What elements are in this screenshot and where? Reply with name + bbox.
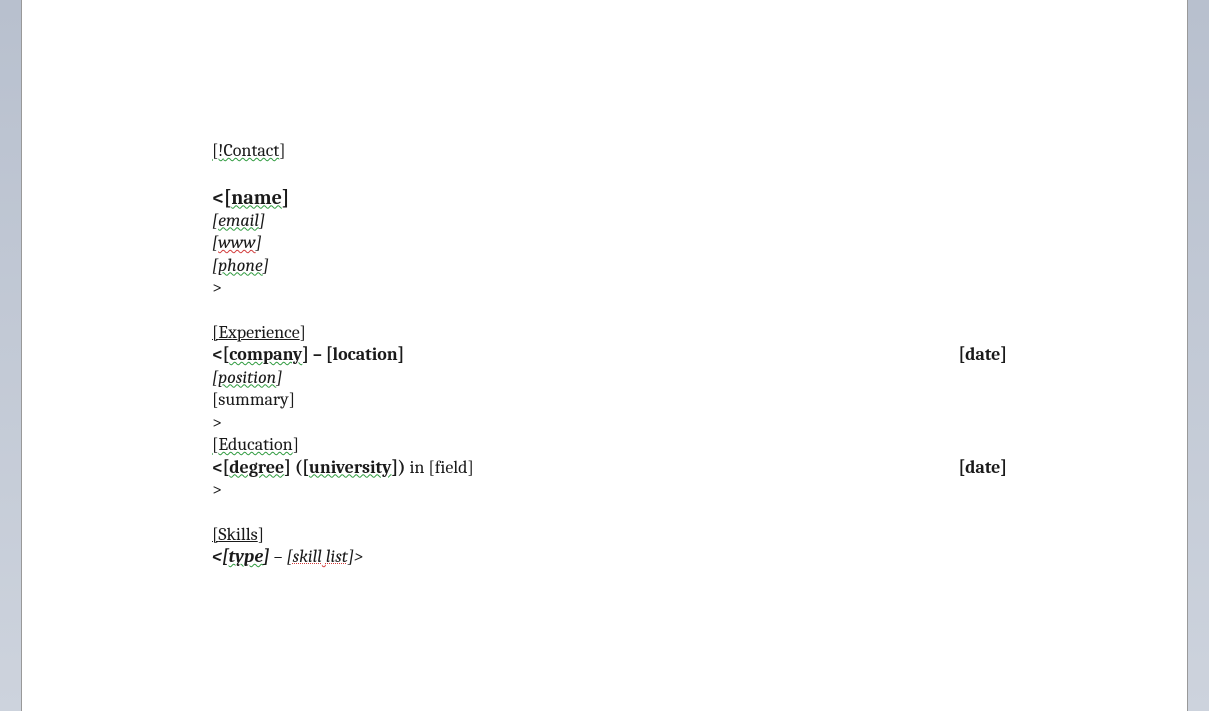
university-open: [ [302, 457, 309, 478]
university-placeholder: university [309, 457, 392, 478]
email-line[interactable]: [email] [212, 210, 1007, 233]
dash: – [309, 344, 326, 365]
education-header-text: [Education [212, 434, 293, 455]
experience-close[interactable]: > [212, 412, 1007, 435]
degree-line[interactable]: [date] <[degree] ([university]) in [fiel… [212, 457, 1007, 480]
education-header[interactable]: [Education] [212, 434, 1007, 457]
degree-placeholder: degree [229, 457, 284, 478]
education-close[interactable]: > [212, 479, 1007, 502]
phone-line[interactable]: [phone] [212, 255, 1007, 278]
skill-word2: list [326, 546, 348, 567]
name-placeholder: name [231, 186, 282, 209]
open-bracket: < [212, 186, 224, 209]
name-close: ] [282, 186, 289, 209]
experience-header[interactable]: [Experience] [212, 322, 1007, 345]
paren-open: ( [291, 457, 302, 478]
summary-line[interactable]: [summary] [212, 389, 1007, 412]
company-line[interactable]: [date] <[company] – [location] [212, 344, 1007, 367]
paren-close: ) [398, 457, 409, 478]
www-close: ] [256, 232, 262, 253]
email-close: ] [259, 210, 265, 231]
summary-placeholder: [summary] [212, 389, 295, 410]
degree-close: ] [284, 457, 291, 478]
open-bracket: < [212, 457, 223, 478]
company-close: ] [302, 344, 309, 365]
email-placeholder: email [218, 210, 259, 231]
experience-date: [date] [958, 344, 1007, 367]
type-placeholder: type [229, 546, 264, 567]
open-bracket: < [212, 546, 222, 567]
contact-header[interactable]: [!Contact] [212, 140, 1007, 163]
position-line[interactable]: [position] [212, 367, 1007, 390]
position-close: ] [276, 367, 282, 388]
close-bracket: > [354, 546, 363, 567]
contact-close[interactable]: > [212, 277, 1007, 300]
experience-header-text: [Experience [212, 322, 300, 343]
document-page[interactable]: [!Contact] <[name] [email] [www] [phone]… [21, 0, 1188, 711]
contact-header-prefix: [!Contact [212, 140, 279, 161]
phone-close: ] [263, 255, 269, 276]
skills-header[interactable]: [Skills] [212, 524, 1007, 547]
open-bracket: < [212, 344, 223, 365]
education-date: [date] [958, 457, 1007, 480]
position-placeholder: position [218, 367, 276, 388]
phone-placeholder: phone [218, 255, 263, 276]
skills-line[interactable]: <[type] – [skill list]> [212, 546, 1007, 569]
company-placeholder: company [229, 344, 302, 365]
skills-header-text: [Skills [212, 524, 258, 545]
skill-word1: skill [293, 546, 322, 567]
name-line[interactable]: <[name] [212, 185, 1007, 210]
location-placeholder: [location] [326, 344, 404, 365]
dash: – [270, 546, 287, 567]
contact-header-suffix: ] [279, 140, 285, 161]
www-placeholder: www [218, 232, 255, 253]
in-field: in [field] [409, 457, 473, 478]
www-line[interactable]: [www] [212, 232, 1007, 255]
